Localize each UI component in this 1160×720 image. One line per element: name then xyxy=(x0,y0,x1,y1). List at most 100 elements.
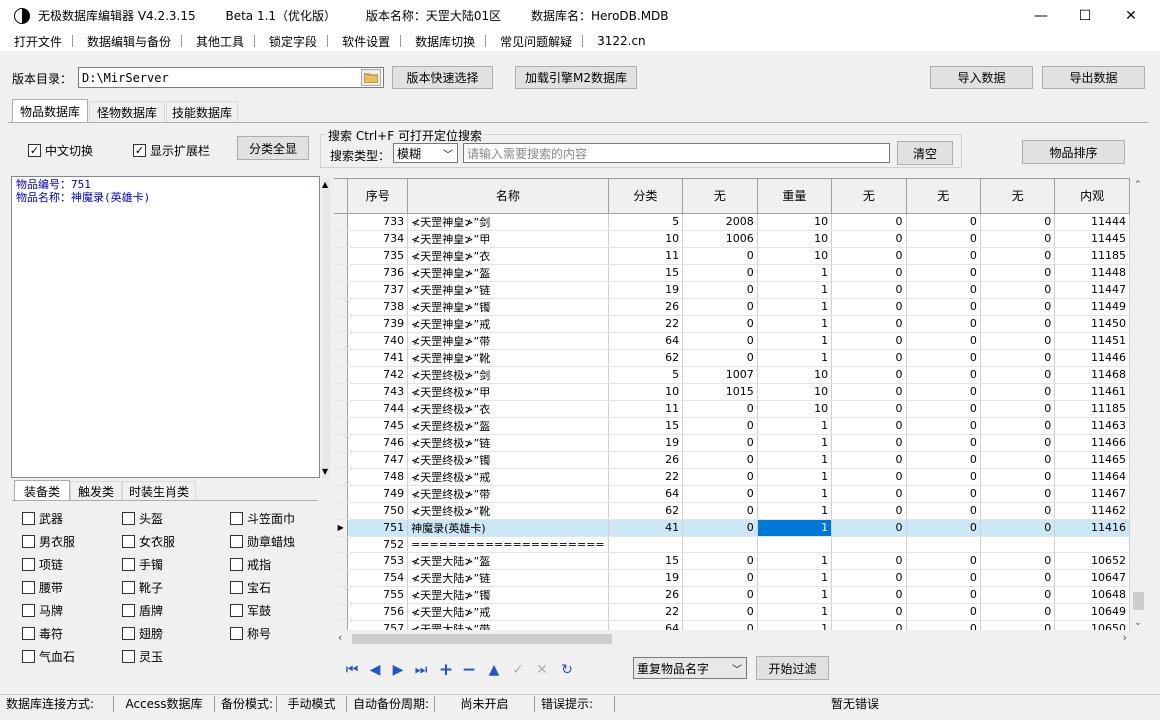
table-cell[interactable]: ≮天罡神皇≯”镯 xyxy=(407,298,609,316)
menu-settings[interactable]: 软件设置 xyxy=(328,33,400,50)
category-checkbox[interactable]: 称号 xyxy=(230,625,271,642)
table-cell[interactable]: 0 xyxy=(980,213,1056,231)
clear-button[interactable]: 清空 xyxy=(897,141,953,165)
table-cell[interactable]: 750 xyxy=(347,502,409,520)
table-cell[interactable]: 10 xyxy=(608,383,684,401)
table-cell[interactable]: 10652 xyxy=(1054,552,1130,570)
row-indicator[interactable] xyxy=(334,434,349,452)
table-cell[interactable]: 0 xyxy=(980,247,1056,265)
table-cell[interactable]: 11 xyxy=(608,247,684,265)
table-cell[interactable]: 19 xyxy=(608,434,684,452)
table-cell[interactable]: 0 xyxy=(980,620,1056,630)
column-header[interactable]: 无 xyxy=(980,179,1056,214)
table-cell[interactable]: 0 xyxy=(980,485,1056,503)
table-cell[interactable]: 26 xyxy=(608,586,684,604)
tab-fashion-zodiac[interactable]: 时装生肖类 xyxy=(122,481,196,500)
table-cell[interactable]: 11463 xyxy=(1054,417,1130,435)
table-cell[interactable]: 1015 xyxy=(682,383,758,401)
table-cell[interactable]: 0 xyxy=(906,366,981,384)
category-checkbox[interactable]: 项链 xyxy=(22,556,63,573)
table-row[interactable]: 735 ≮天罡神皇≯”衣 11 0 10 0 0 0 11185 xyxy=(334,247,1130,265)
table-cell[interactable]: 0 xyxy=(906,569,981,587)
table-row[interactable]: 738 ≮天罡神皇≯”镯 26 0 1 0 0 0 11449 xyxy=(334,298,1130,316)
table-cell[interactable]: 0 xyxy=(831,213,907,231)
row-indicator[interactable] xyxy=(334,349,349,367)
table-cell[interactable]: 15 xyxy=(608,417,684,435)
table-cell[interactable]: ≮天罡大陆≯”镯 xyxy=(407,586,609,604)
table-cell[interactable]: 1 xyxy=(757,264,833,282)
table-cell[interactable]: 0 xyxy=(906,247,981,265)
table-cell[interactable]: 0 xyxy=(682,586,758,604)
search-type-select[interactable]: 模糊 ﹀ xyxy=(393,143,458,163)
table-cell[interactable]: 10 xyxy=(757,247,833,265)
sort-items-button[interactable]: 物品排序 xyxy=(1022,140,1125,164)
table-row[interactable]: 744 ≮天罡终极≯”衣 11 0 10 0 0 0 11185 xyxy=(334,400,1130,418)
table-cell[interactable]: 11447 xyxy=(1054,281,1130,299)
table-cell[interactable]: 0 xyxy=(682,485,758,503)
grid-vertical-scrollbar[interactable]: ⌃ ⌄ xyxy=(1130,178,1147,630)
table-cell[interactable]: 734 xyxy=(347,230,409,248)
table-row[interactable]: 737 ≮天罡神皇≯”链 19 0 1 0 0 0 11447 xyxy=(334,281,1130,299)
table-cell[interactable]: 0 xyxy=(980,603,1056,621)
table-cell[interactable]: 11465 xyxy=(1054,451,1130,469)
table-cell[interactable]: 0 xyxy=(980,298,1056,316)
table-cell[interactable]: 0 xyxy=(980,451,1056,469)
table-row[interactable]: 750 ≮天罡终极≯”靴 62 0 1 0 0 0 11462 xyxy=(334,502,1130,520)
scroll-up-icon[interactable]: ⌃ xyxy=(1134,180,1142,190)
table-cell[interactable]: 0 xyxy=(682,315,758,333)
row-indicator[interactable] xyxy=(334,332,349,350)
row-indicator[interactable] xyxy=(334,315,349,333)
table-cell[interactable]: 751 xyxy=(347,519,409,537)
table-cell[interactable]: 756 xyxy=(347,603,409,621)
table-cell[interactable]: 11185 xyxy=(1054,247,1130,265)
table-cell[interactable]: 0 xyxy=(831,519,907,537)
category-checkbox[interactable]: 马牌 xyxy=(22,602,63,619)
table-cell[interactable]: 0 xyxy=(906,230,981,248)
table-cell[interactable]: 0 xyxy=(980,434,1056,452)
table-row[interactable]: 742 ≮天罡终极≯”剑 5 1007 10 0 0 0 11468 xyxy=(334,366,1130,384)
row-indicator[interactable] xyxy=(334,502,349,520)
table-cell[interactable]: 11416 xyxy=(1054,519,1130,537)
table-cell[interactable]: 0 xyxy=(980,552,1056,570)
table-cell[interactable]: 0 xyxy=(682,434,758,452)
table-cell[interactable]: 0 xyxy=(831,383,907,401)
table-cell[interactable]: 0 xyxy=(980,315,1056,333)
table-row[interactable]: 747 ≮天罡终极≯”镯 26 0 1 0 0 0 11465 xyxy=(334,451,1130,469)
nav-prev-button[interactable]: ◀ xyxy=(366,662,384,678)
scroll-down-icon[interactable]: ⌄ xyxy=(1134,618,1142,628)
table-cell[interactable]: 0 xyxy=(831,332,907,350)
category-checkbox[interactable]: 盾牌 xyxy=(122,602,163,619)
table-cell[interactable]: 0 xyxy=(831,281,907,299)
table-cell[interactable]: 0 xyxy=(682,620,758,630)
table-cell[interactable]: ≮天罡大陆≯”带 xyxy=(407,620,609,630)
table-cell[interactable]: 0 xyxy=(906,603,981,621)
table-row[interactable]: 756 ≮天罡大陆≯”戒 22 0 1 0 0 0 10649 xyxy=(334,603,1130,621)
table-cell[interactable]: 0 xyxy=(682,451,758,469)
table-cell[interactable]: 753 xyxy=(347,552,409,570)
menu-faq[interactable]: 常见问题解疑 xyxy=(486,33,582,50)
row-indicator[interactable] xyxy=(334,264,349,282)
table-cell[interactable]: 0 xyxy=(906,298,981,316)
table-cell[interactable]: 740 xyxy=(347,332,409,350)
maximize-button[interactable]: ☐ xyxy=(1062,0,1108,31)
category-checkbox[interactable]: 手镯 xyxy=(122,556,163,573)
table-cell[interactable]: 1 xyxy=(757,502,833,520)
table-cell[interactable]: 0 xyxy=(682,569,758,587)
table-row[interactable]: 734 ≮天罡神皇≯”甲 10 1006 10 0 0 0 11445 xyxy=(334,230,1130,248)
table-cell[interactable]: 62 xyxy=(608,349,684,367)
table-cell[interactable]: 11467 xyxy=(1054,485,1130,503)
table-cell[interactable]: 748 xyxy=(347,468,409,486)
table-cell[interactable]: 2008 xyxy=(682,213,758,231)
table-cell[interactable]: ≮天罡终极≯”盔 xyxy=(407,417,609,435)
table-cell[interactable]: 0 xyxy=(906,552,981,570)
row-indicator[interactable] xyxy=(334,620,349,630)
table-cell[interactable]: 11 xyxy=(608,400,684,418)
table-cell[interactable]: 1 xyxy=(757,451,833,469)
table-cell[interactable]: ≮天罡神皇≯”带 xyxy=(407,332,609,350)
table-cell[interactable]: 10 xyxy=(757,383,833,401)
table-cell[interactable]: 0 xyxy=(906,213,981,231)
browse-folder-button[interactable] xyxy=(361,69,381,86)
table-cell[interactable]: 757 xyxy=(347,620,409,630)
splitter-bar[interactable]: ▲ ▼ xyxy=(322,178,330,478)
table-cell[interactable]: 62 xyxy=(608,502,684,520)
